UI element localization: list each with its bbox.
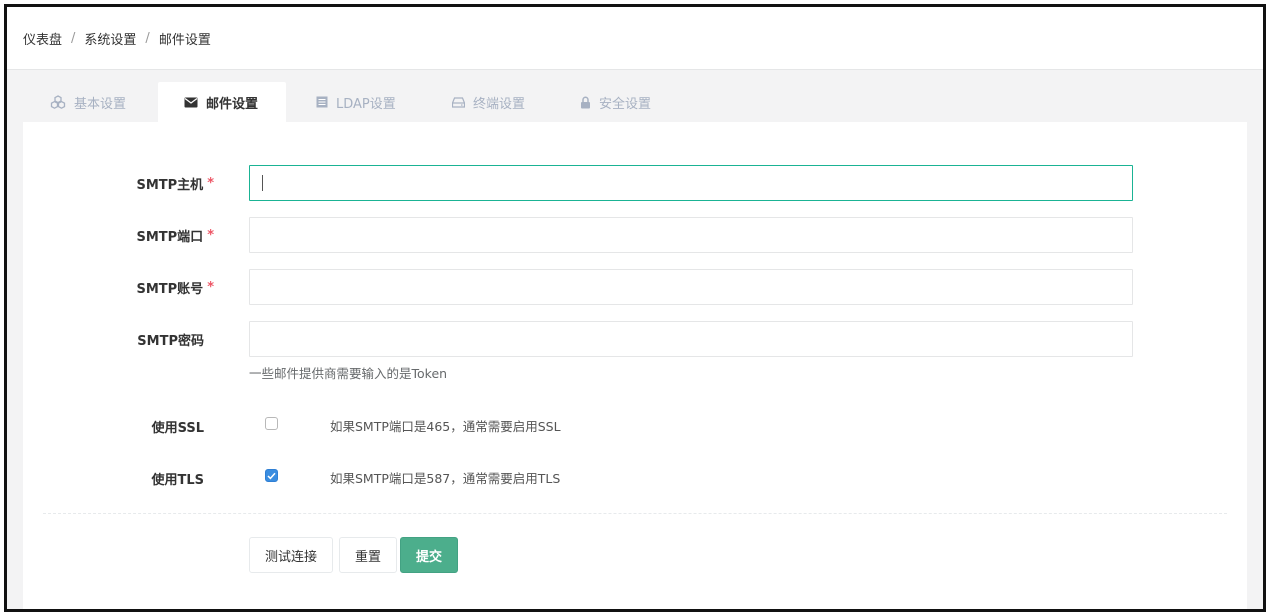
- tab-label: 邮件设置: [206, 96, 259, 112]
- breadcrumb-separator: /: [145, 30, 150, 46]
- smtp-port-label: SMTP端口 *: [136, 217, 214, 253]
- use-tls-label: 使用TLS: [151, 472, 204, 488]
- smtp-password-label: SMTP密码: [137, 321, 204, 357]
- smtp-account-label: SMTP账号 *: [136, 269, 214, 305]
- use-ssl-row: 使用SSL 如果SMTP端口是465，通常需要启用SSL: [23, 415, 1247, 437]
- text-cursor: [262, 175, 263, 191]
- reset-button[interactable]: 重置: [339, 537, 397, 573]
- smtp-port-input[interactable]: [249, 217, 1133, 253]
- required-mark: *: [207, 227, 214, 243]
- breadcrumb-system-settings[interactable]: 系统设置: [84, 29, 136, 48]
- form-divider: [43, 513, 1227, 514]
- app-frame: 仪表盘 / 系统设置 / 邮件设置 基本设置 邮件设置 LDAP设置 终端设置 …: [4, 4, 1266, 612]
- use-ssl-checkbox[interactable]: [265, 417, 278, 430]
- cubes-icon: [50, 95, 66, 109]
- required-mark: *: [207, 279, 214, 295]
- smtp-account-label-text: SMTP账号: [136, 281, 204, 297]
- tab-security-settings[interactable]: 安全设置: [554, 82, 677, 122]
- tab-terminal-settings[interactable]: 终端设置: [424, 82, 554, 122]
- breadcrumb-email-settings: 邮件设置: [158, 32, 211, 48]
- tab-basic-settings[interactable]: 基本设置: [23, 82, 158, 122]
- use-tls-checkbox[interactable]: [265, 469, 278, 482]
- required-mark: *: [207, 175, 214, 191]
- tab-email-settings[interactable]: 邮件设置: [158, 82, 286, 122]
- smtp-password-input[interactable]: [249, 321, 1133, 357]
- smtp-host-label-text: SMTP主机: [136, 177, 204, 193]
- submit-button[interactable]: 提交: [400, 537, 458, 573]
- breadcrumb-separator: /: [71, 30, 76, 46]
- smtp-account-input[interactable]: [249, 269, 1133, 305]
- smtp-password-help: 一些邮件提供商需要输入的是Token: [249, 366, 448, 381]
- breadcrumb: 仪表盘 / 系统设置 / 邮件设置: [7, 7, 1263, 70]
- tab-label: 基本设置: [74, 96, 127, 112]
- use-tls-row: 使用TLS 如果SMTP端口是587，通常需要启用TLS: [23, 467, 1247, 489]
- smtp-password-row: SMTP密码: [23, 321, 1247, 357]
- breadcrumb-dashboard[interactable]: 仪表盘: [23, 29, 62, 48]
- tab-label: LDAP设置: [336, 96, 396, 112]
- use-ssl-label: 使用SSL: [151, 420, 204, 436]
- smtp-host-label: SMTP主机 *: [136, 165, 214, 201]
- envelope-icon: [184, 97, 198, 108]
- use-tls-hint: 如果SMTP端口是587，通常需要启用TLS: [330, 471, 561, 486]
- tab-label: 终端设置: [473, 96, 526, 112]
- lock-icon: [580, 96, 591, 109]
- test-connection-button[interactable]: 测试连接: [249, 537, 333, 573]
- smtp-port-row: SMTP端口 *: [23, 217, 1247, 253]
- checkmark-icon: [267, 472, 276, 479]
- smtp-host-input[interactable]: [249, 165, 1133, 201]
- hdd-icon: [452, 96, 465, 108]
- smtp-password-label-text: SMTP密码: [137, 333, 204, 349]
- smtp-port-label-text: SMTP端口: [136, 229, 204, 245]
- smtp-host-row: SMTP主机 *: [23, 165, 1247, 201]
- use-ssl-hint: 如果SMTP端口是465，通常需要启用SSL: [330, 419, 561, 434]
- smtp-account-row: SMTP账号 *: [23, 269, 1247, 305]
- server-icon: [316, 96, 328, 108]
- email-settings-panel: SMTP主机 * SMTP端口 * SMTP账号 * SMTP密码 一些邮件提供…: [23, 122, 1247, 609]
- settings-tabs: 基本设置 邮件设置 LDAP设置 终端设置 安全设置: [23, 82, 1247, 122]
- tab-label: 安全设置: [599, 96, 652, 112]
- tab-ldap-settings[interactable]: LDAP设置: [286, 82, 424, 122]
